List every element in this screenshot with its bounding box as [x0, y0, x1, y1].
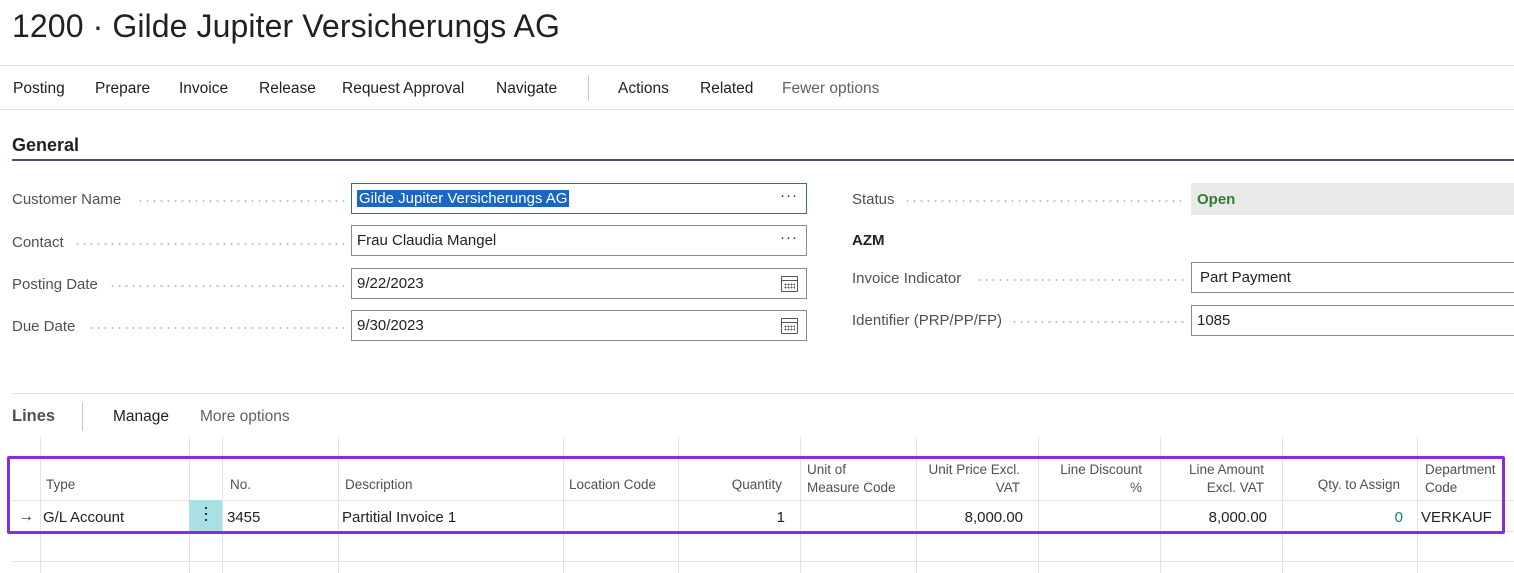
dotted-leader	[74, 243, 345, 245]
dotted-leader	[1011, 321, 1185, 323]
invoice-indicator-select[interactable]: Part Payment	[1191, 262, 1514, 293]
posting-date-label: Posting Date	[12, 276, 98, 293]
status-label: Status	[852, 191, 895, 208]
calendar-icon[interactable]	[781, 276, 798, 292]
identifier-value: 1085	[1197, 312, 1231, 329]
dotted-leader	[137, 200, 345, 202]
dotted-leader	[904, 200, 1185, 202]
lookup-ellipsis-icon[interactable]: ···	[780, 187, 798, 204]
action-request-approval[interactable]: Request Approval	[342, 80, 464, 98]
contact-label: Contact	[12, 234, 64, 251]
dotted-leader	[88, 327, 345, 329]
status-field: Open	[1191, 183, 1514, 215]
contact-value: Frau Claudia Mangel	[357, 232, 497, 249]
due-date-field[interactable]: 9/30/2023	[351, 310, 807, 341]
status-value: Open	[1197, 191, 1236, 208]
customer-name-field[interactable]: Gilde Jupiter Versicherungs AG ···	[351, 183, 807, 214]
calendar-icon[interactable]	[781, 318, 798, 334]
action-navigate[interactable]: Navigate	[496, 80, 557, 98]
page-title: 1200 · Gilde Jupiter Versicherungs AG	[12, 8, 560, 44]
identifier-field[interactable]: 1085	[1191, 305, 1514, 336]
more-options-button[interactable]: More options	[200, 408, 290, 426]
action-actions[interactable]: Actions	[618, 80, 669, 98]
action-bar: Posting Prepare Invoice Release Request …	[0, 65, 1514, 110]
lines-top-rule	[12, 393, 1514, 394]
fewer-options-button[interactable]: Fewer options	[782, 80, 879, 98]
action-release[interactable]: Release	[259, 80, 316, 98]
contact-field[interactable]: Frau Claudia Mangel ···	[351, 225, 807, 256]
manage-button[interactable]: Manage	[113, 408, 169, 426]
action-prepare[interactable]: Prepare	[95, 80, 150, 98]
customer-name-value: Gilde Jupiter Versicherungs AG	[357, 190, 570, 207]
grid-row-line	[12, 561, 1514, 562]
azm-group-title: AZM	[852, 232, 885, 249]
dotted-leader	[109, 285, 345, 287]
identifier-label: Identifier (PRP/PP/FP)	[852, 312, 1003, 329]
highlight-box	[7, 456, 1505, 534]
due-date-value: 9/30/2023	[357, 317, 424, 334]
general-section-title[interactable]: General	[12, 135, 79, 156]
invoice-indicator-value: Part Payment	[1200, 269, 1291, 286]
action-posting[interactable]: Posting	[13, 80, 65, 98]
action-invoice[interactable]: Invoice	[179, 80, 228, 98]
lines-section-title[interactable]: Lines	[12, 407, 55, 426]
dotted-leader	[976, 279, 1185, 281]
customer-name-label: Customer Name	[12, 191, 122, 208]
due-date-label: Due Date	[12, 318, 76, 335]
action-related[interactable]: Related	[700, 80, 753, 98]
posting-date-field[interactable]: 9/22/2023	[351, 268, 807, 299]
lines-separator	[82, 403, 83, 431]
posting-date-value: 9/22/2023	[357, 275, 424, 292]
invoice-indicator-label: Invoice Indicator	[852, 270, 962, 287]
lookup-ellipsis-icon[interactable]: ···	[780, 229, 798, 246]
action-separator	[588, 75, 589, 101]
general-section-rule	[12, 159, 1514, 161]
